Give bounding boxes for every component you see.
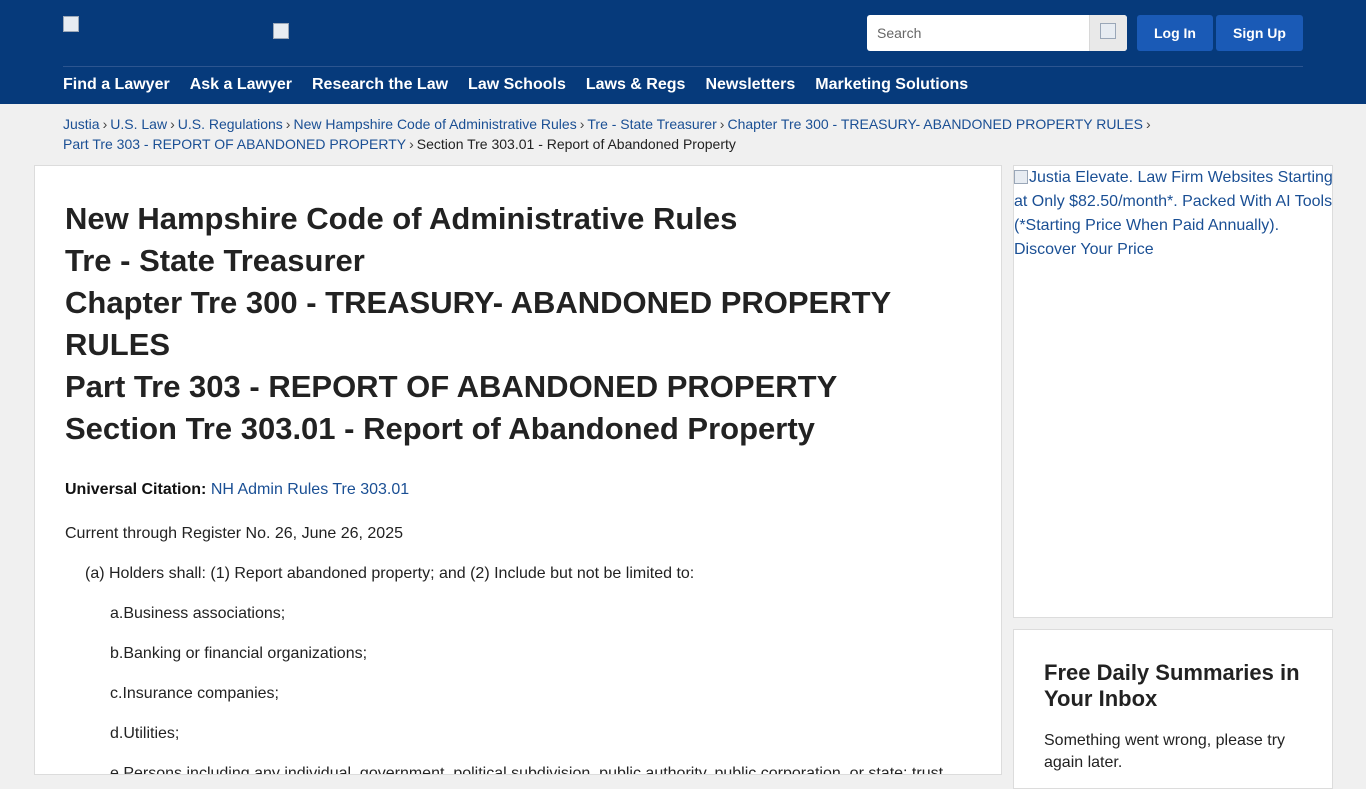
breadcrumb-separator: › [579,116,585,132]
heading-part: Part Tre 303 - REPORT OF ABANDONED PROPE… [65,369,838,404]
nav-marketing-solutions[interactable]: Marketing Solutions [815,74,968,98]
breadcrumb-separator: › [170,116,175,132]
universal-citation: Universal Citation: NH Admin Rules Tre 3… [65,480,409,500]
nav-find-a-lawyer[interactable]: Find a Lawyer [63,74,170,98]
rule-item: c.Insurance companies; [110,685,279,702]
heading-code: New Hampshire Code of Administrative Rul… [65,201,738,236]
site-header: Log In Sign Up Find a Lawyer Ask a Lawye… [0,0,1366,104]
breadcrumb-link-chapter-tre-300[interactable]: Chapter Tre 300 - TREASURY- ABANDONED PR… [727,116,1143,132]
page-title: New Hampshire Code of Administrative Rul… [65,198,965,450]
rule-item: b.Banking or financial organizations; [110,645,368,662]
rule-item: d.Utilities; [110,725,180,742]
heading-title: Tre - State Treasurer [65,243,365,278]
nav-law-schools[interactable]: Law Schools [468,74,566,98]
rule-paragraph-a: (a) Holders shall: (1) Report abandoned … [85,565,695,582]
breadcrumb-current: Section Tre 303.01 - Report of Abandoned… [416,136,736,152]
justia-logo-icon[interactable] [63,16,79,32]
breadcrumb-link-state-treasurer[interactable]: Tre - State Treasurer [587,116,716,132]
search-icon [1100,23,1116,39]
rule-item: a.Business associations; [110,605,286,622]
newsletter-title: Free Daily Summaries in Your Inbox [1044,660,1300,711]
header-banner-image[interactable] [273,23,289,39]
newsletter-signup: Free Daily Summaries in Your Inbox Somet… [1013,629,1333,789]
breadcrumb: Justia › U.S. Law › U.S. Regulations › New Ham… [63,114,1303,154]
nav-newsletters[interactable]: Newsletters [705,74,795,98]
sidebar-ad[interactable]: Justia Elevate. Law Firm Websites Starti… [1013,165,1333,618]
nav-laws-and-regs[interactable]: Laws & Regs [586,74,686,98]
breadcrumb-link-justia[interactable]: Justia [63,116,100,132]
ad-alt-label: Justia Elevate. Law Firm Websites Starti… [1014,169,1333,258]
breadcrumb-link-us-law[interactable]: U.S. Law [110,116,167,132]
broken-image-icon [1014,170,1028,184]
heading-chapter: Chapter Tre 300 - TREASURY- ABANDONED PR… [65,285,891,362]
search-box [867,15,1127,51]
rule-item: e.Persons including any individual, gove… [110,765,944,775]
heading-section: Section Tre 303.01 - Report of Abandoned… [65,411,815,446]
breadcrumb-link-us-regulations[interactable]: U.S. Regulations [178,116,283,132]
breadcrumb-link-part-tre-303[interactable]: Part Tre 303 - REPORT OF ABANDONED PROPE… [63,136,406,152]
breadcrumb-separator: › [409,136,414,152]
breadcrumb-link-nh-code[interactable]: New Hampshire Code of Administrative Rul… [293,116,576,132]
main-nav: Find a Lawyer Ask a Lawyer Research the … [63,74,968,98]
breadcrumb-separator: › [285,116,291,132]
header-divider [63,66,1303,67]
breadcrumb-separator: › [1145,116,1151,132]
breadcrumb-separator: › [719,116,725,132]
ad-image-alt-text[interactable]: Justia Elevate. Law Firm Websites Starti… [1014,166,1334,262]
newsletter-error-message: Something went wrong, please try again l… [1044,732,1286,771]
sign-up-button[interactable]: Sign Up [1216,15,1303,51]
nav-research-the-law[interactable]: Research the Law [312,74,448,98]
main-content: New Hampshire Code of Administrative Rul… [34,165,1002,775]
search-input[interactable] [867,15,1089,51]
search-button[interactable] [1089,15,1127,51]
breadcrumb-separator: › [102,116,108,132]
log-in-button[interactable]: Log In [1137,15,1213,51]
citation-link[interactable]: NH Admin Rules Tre 303.01 [211,481,409,498]
nav-ask-a-lawyer[interactable]: Ask a Lawyer [190,74,292,98]
citation-label: Universal Citation: [65,481,207,498]
current-through-text: Current through Register No. 26, June 26… [65,525,403,542]
